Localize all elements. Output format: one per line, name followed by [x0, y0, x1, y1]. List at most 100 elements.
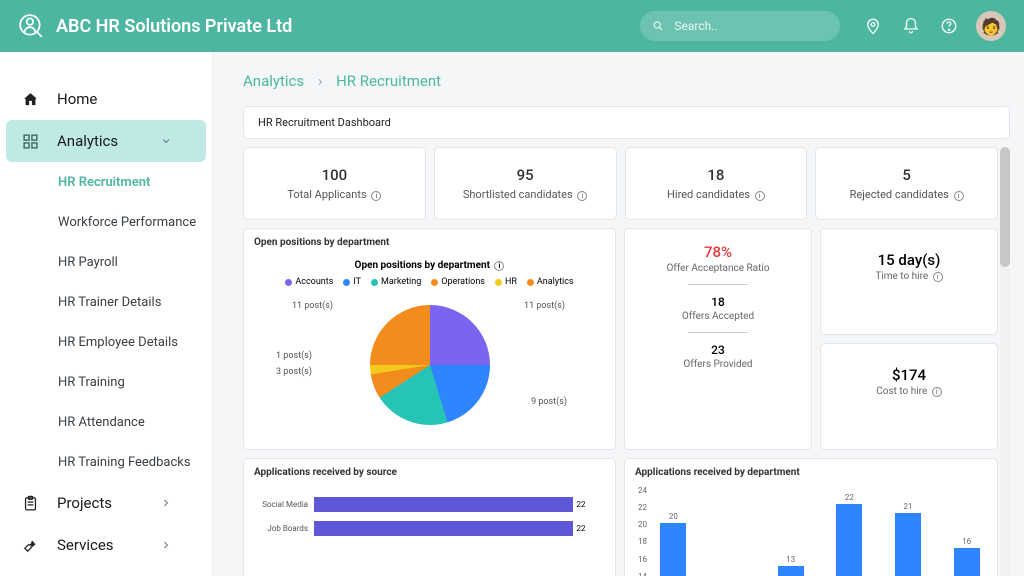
help-icon[interactable] — [940, 17, 958, 35]
hbar-value: 22 — [577, 524, 586, 533]
vbar-value: 22 — [845, 493, 854, 502]
info-icon[interactable]: i — [494, 261, 504, 271]
avatar[interactable]: 🧑 — [976, 11, 1006, 41]
sidebar-item-projects[interactable]: Projects — [0, 482, 212, 524]
topbar: ABC HR Solutions Private Ltd 🧑 — [0, 0, 1024, 52]
hbar-category: Job Boards — [252, 524, 308, 533]
analytics-icon — [22, 133, 39, 150]
kpi-row: 100 Total Applicants i 95 Shortlisted ca… — [243, 147, 998, 220]
panel-title: Open positions by department — [244, 229, 615, 256]
sidebar-sub-workforce[interactable]: Workforce Performance — [0, 202, 212, 242]
scrollbar-thumb[interactable] — [1000, 147, 1010, 267]
search-input[interactable] — [672, 18, 828, 34]
metric-value: $174 — [827, 366, 991, 384]
clipboard-icon — [22, 495, 39, 512]
pie-slice-label: 9 post(s) — [531, 397, 567, 407]
pie-chart: 11 post(s) 11 post(s) 9 post(s) 1 post(s… — [254, 295, 605, 435]
sidebar-sub-hr-recruitment[interactable]: HR Recruitment — [0, 162, 212, 202]
sidebar-item-label: Projects — [57, 494, 112, 512]
metric-value: 23 — [631, 343, 805, 357]
metric-value: 18 — [631, 295, 805, 309]
info-icon[interactable]: i — [577, 191, 587, 201]
info-icon[interactable]: i — [954, 191, 964, 201]
sidebar-sub-training[interactable]: HR Training — [0, 362, 212, 402]
breadcrumb-root[interactable]: Analytics — [243, 72, 304, 90]
info-icon[interactable]: i — [933, 272, 943, 282]
dashboard-title: HR Recruitment Dashboard — [243, 106, 1010, 139]
hbar-chart: Social Media 22 Job Boards 22 — [244, 486, 615, 554]
kpi-value: 18 — [634, 166, 799, 184]
metric-label: Time to hire i — [827, 271, 991, 282]
search-icon — [652, 19, 664, 33]
source-bar-panel: Applications received by source Social M… — [243, 458, 616, 576]
kpi-hired: 18 Hired candidates i — [625, 147, 808, 220]
wrench-icon — [22, 537, 39, 554]
kpi-value: 95 — [443, 166, 608, 184]
chevron-down-icon — [160, 135, 172, 147]
hbar-value: 22 — [577, 500, 586, 509]
pie-slice-label: 3 post(s) — [276, 367, 312, 377]
sidebar-sub-trainer[interactable]: HR Trainer Details — [0, 282, 212, 322]
pie-slice-label: 11 post(s) — [292, 301, 333, 311]
logo-icon — [18, 13, 44, 39]
location-icon[interactable] — [864, 17, 882, 35]
kpi-label: Hired candidates i — [634, 188, 799, 201]
vbar-value: 13 — [786, 555, 795, 564]
kpi-rejected: 5 Rejected candidates i — [815, 147, 998, 220]
metric-value: 15 day(s) — [827, 251, 991, 269]
pie-slice-label: 11 post(s) — [524, 301, 565, 311]
sidebar-sub-payroll[interactable]: HR Payroll — [0, 242, 212, 282]
kpi-label: Shortlisted candidates i — [443, 188, 608, 201]
breadcrumb-current[interactable]: HR Recruitment — [336, 72, 441, 90]
dashboard: HR Recruitment Dashboard 100 Total Appli… — [243, 106, 1010, 576]
metric-label: Offers Provided — [631, 359, 805, 370]
y-axis: 2422201816141210 — [629, 486, 647, 576]
metric-label: Offer Acceptance Ratio — [631, 263, 805, 274]
offer-ratio-card: 78% Offer Acceptance Ratio 18 Offers Acc… — [624, 228, 812, 450]
info-icon[interactable]: i — [932, 387, 942, 397]
kpi-label: Rejected candidates i — [824, 188, 989, 201]
chart-title: Open positions by department i — [254, 260, 605, 271]
kpi-total-applicants: 100 Total Applicants i — [243, 147, 426, 220]
sidebar-item-label: Analytics — [57, 132, 118, 150]
pie-legend: Accounts IT Marketing Operations HR Anal… — [254, 277, 605, 287]
pie-panel: Open positions by department Open positi… — [243, 228, 616, 450]
cost-to-hire-card: $174 Cost to hire i — [820, 343, 998, 450]
info-icon[interactable]: i — [371, 191, 381, 201]
sidebar-item-home[interactable]: Home — [0, 78, 212, 120]
sidebar-item-analytics[interactable]: Analytics — [6, 120, 206, 162]
company-name: ABC HR Solutions Private Ltd — [56, 16, 292, 37]
chevron-right-icon — [160, 539, 172, 551]
home-icon — [22, 91, 39, 108]
vbar-value: 20 — [669, 512, 678, 521]
chevron-right-icon — [160, 497, 172, 509]
sidebar: Home Analytics HR Recruitment Workforce … — [0, 52, 213, 576]
kpi-value: 100 — [252, 166, 417, 184]
vbar-value: 21 — [904, 502, 913, 511]
metric-label: Offers Accepted — [631, 311, 805, 322]
bell-icon[interactable] — [902, 17, 920, 35]
sidebar-sub-employee[interactable]: HR Employee Details — [0, 322, 212, 362]
hbar-row: Social Media 22 — [314, 492, 595, 516]
vbar-chart: 2422201816141210 20 8 13 22 21 16 — [625, 486, 997, 576]
sidebar-item-services[interactable]: Services — [0, 524, 212, 566]
time-to-hire-card: 15 day(s) Time to hire i — [820, 228, 998, 335]
kpi-value: 5 — [824, 166, 989, 184]
dept-bar-panel: Applications received by department 2422… — [624, 458, 998, 576]
hbar-row: Job Boards 22 — [314, 516, 595, 540]
sidebar-sub-attendance[interactable]: HR Attendance — [0, 402, 212, 442]
breadcrumb: Analytics › HR Recruitment — [243, 72, 1010, 90]
sidebar-item-label: Services — [57, 536, 114, 554]
metric-value: 78% — [631, 243, 805, 261]
kpi-label: Total Applicants i — [252, 188, 417, 201]
kpi-shortlisted: 95 Shortlisted candidates i — [434, 147, 617, 220]
info-icon[interactable]: i — [755, 191, 765, 201]
vbar-value: 16 — [962, 537, 971, 546]
panel-title: Applications received by source — [244, 459, 615, 486]
sidebar-item-label: Home — [57, 90, 97, 108]
hbar-category: Social Media — [252, 500, 308, 509]
search-box[interactable] — [640, 11, 840, 41]
sidebar-sub-feedbacks[interactable]: HR Training Feedbacks — [0, 442, 212, 482]
panel-title: Applications received by department — [625, 459, 997, 486]
main-content: Analytics › HR Recruitment HR Recruitmen… — [213, 52, 1024, 576]
